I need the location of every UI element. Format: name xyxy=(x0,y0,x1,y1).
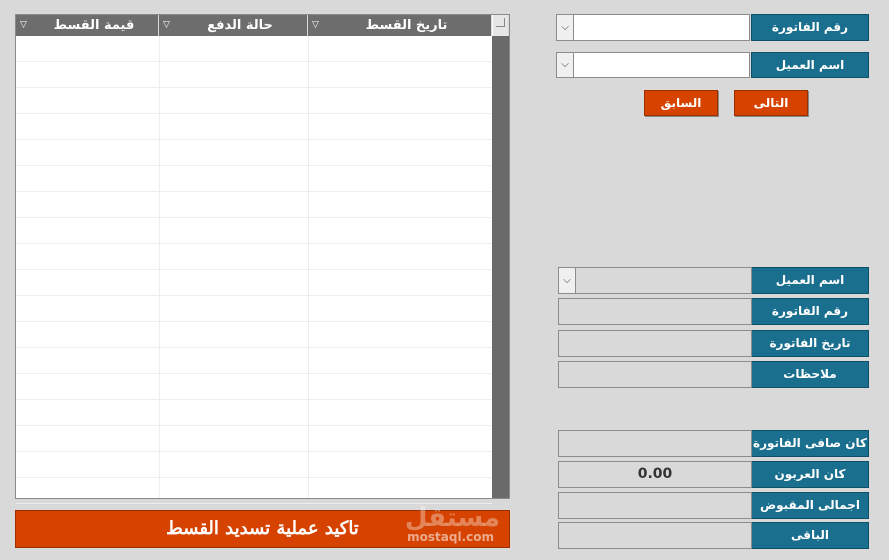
deposit-label: كان العربون xyxy=(751,461,869,488)
select-all-corner[interactable] xyxy=(492,15,509,36)
chevron-down-icon[interactable]: ⌵ xyxy=(558,267,576,294)
next-button[interactable]: التالى xyxy=(734,90,808,116)
column-divider xyxy=(159,36,160,498)
grid-scrollbar[interactable] xyxy=(492,36,509,498)
filter-arrow-icon[interactable]: ▽ xyxy=(20,15,27,36)
table-row[interactable] xyxy=(16,114,492,140)
table-row[interactable] xyxy=(16,348,492,374)
table-row[interactable] xyxy=(16,374,492,400)
table-row[interactable] xyxy=(16,88,492,114)
filter-arrow-icon[interactable]: ▽ xyxy=(312,15,319,36)
column-header-installment-value[interactable]: ▽ قيمة القسط xyxy=(16,15,159,36)
column-header-payment-status[interactable]: ▽ حالة الدفع xyxy=(159,15,308,36)
chevron-down-icon[interactable]: ⌵ xyxy=(556,14,574,41)
column-header-installment-date[interactable]: ▽ تاريخ القسط xyxy=(308,15,492,36)
installments-grid[interactable]: ▽ قيمة القسط ▽ حالة الدفع ▽ تاريخ القسط xyxy=(15,14,510,504)
table-row[interactable] xyxy=(16,296,492,322)
column-divider xyxy=(308,36,309,498)
table-row[interactable] xyxy=(16,452,492,478)
filter-arrow-icon[interactable]: ▽ xyxy=(163,15,170,36)
remaining-label: الباقى xyxy=(751,522,869,549)
invoice-number-label: رقم الفاتورة xyxy=(751,298,869,325)
notes-field[interactable] xyxy=(558,361,752,388)
invoice-number-field[interactable] xyxy=(558,298,752,325)
search-invoice-number-input[interactable] xyxy=(573,14,750,41)
select-all-icon xyxy=(496,18,505,27)
table-row[interactable] xyxy=(16,192,492,218)
table-row[interactable] xyxy=(16,478,492,504)
customer-name-label: اسم العميل xyxy=(751,267,869,294)
search-invoice-number-label: رقم الفاتورة xyxy=(751,14,869,41)
table-row[interactable] xyxy=(16,36,492,62)
table-row[interactable] xyxy=(16,140,492,166)
invoice-date-label: تاريخ الفاتورة xyxy=(751,330,869,357)
customer-name-combobox[interactable] xyxy=(575,267,752,294)
table-row[interactable] xyxy=(16,166,492,192)
invoice-date-field[interactable] xyxy=(558,330,752,357)
table-row[interactable] xyxy=(16,270,492,296)
total-received-field[interactable] xyxy=(558,492,752,519)
net-invoice-field[interactable] xyxy=(558,430,752,457)
notes-label: ملاحظات xyxy=(751,361,869,388)
net-invoice-label: كان صافى الفاتورة xyxy=(751,430,869,457)
grid-body[interactable] xyxy=(16,36,492,504)
table-row[interactable] xyxy=(16,400,492,426)
search-customer-name-input[interactable] xyxy=(573,52,750,78)
table-row[interactable] xyxy=(16,218,492,244)
deposit-field[interactable]: 0.00 xyxy=(558,461,752,488)
grid-header: ▽ قيمة القسط ▽ حالة الدفع ▽ تاريخ القسط xyxy=(16,15,509,36)
table-row[interactable] xyxy=(16,322,492,348)
previous-button[interactable]: السابق xyxy=(644,90,718,116)
confirm-payment-button[interactable]: تاكيد عملية تسديد القسط xyxy=(15,510,510,548)
table-row[interactable] xyxy=(16,426,492,452)
remaining-field[interactable] xyxy=(558,522,752,549)
table-row[interactable] xyxy=(16,244,492,270)
chevron-down-icon[interactable]: ⌵ xyxy=(556,52,574,78)
table-row[interactable] xyxy=(16,62,492,88)
total-received-label: اجمالى المقبوض xyxy=(751,492,869,519)
search-customer-name-label: اسم العميل xyxy=(751,52,869,78)
